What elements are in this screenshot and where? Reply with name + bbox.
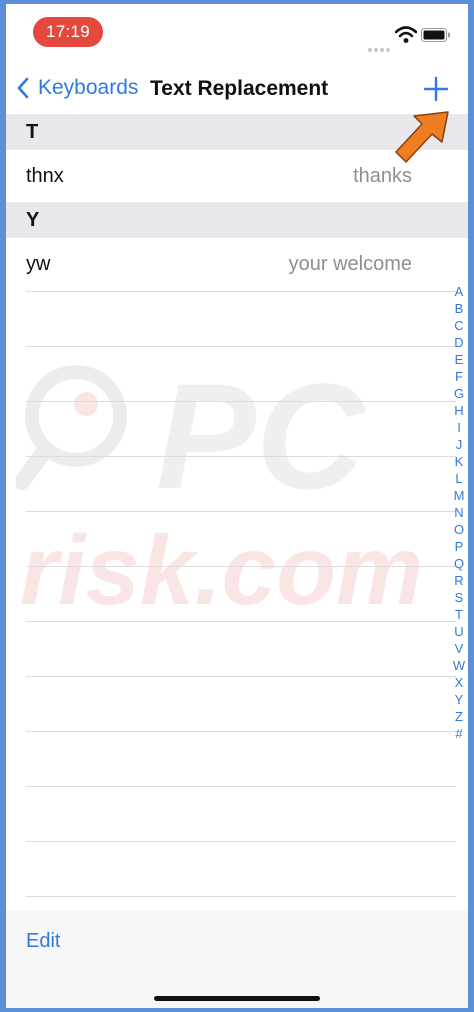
index-letter[interactable]: V [452, 640, 466, 657]
text-replacement-row[interactable]: yw your welcome [6, 238, 468, 290]
cellular-signal-icon [368, 39, 392, 52]
index-letter[interactable]: T [452, 606, 466, 623]
navigation-bar: Keyboards Text Replacement [6, 62, 468, 114]
svg-text:risk.com: risk.com [20, 515, 423, 625]
index-letter[interactable]: B [452, 300, 466, 317]
wifi-icon [395, 26, 417, 43]
row-divider [26, 566, 456, 567]
row-divider [26, 291, 456, 292]
row-divider [26, 621, 456, 622]
index-letter[interactable]: D [452, 334, 466, 351]
page-title: Text Replacement [150, 77, 329, 100]
row-divider [26, 896, 456, 897]
index-letter[interactable]: F [452, 368, 466, 385]
index-letter[interactable]: J [452, 436, 466, 453]
annotation-arrow-icon [395, 111, 449, 163]
index-letter[interactable]: Q [452, 555, 466, 572]
row-divider [26, 511, 456, 512]
index-letter[interactable]: S [452, 589, 466, 606]
watermark-logo: PC risk.com [16, 356, 423, 625]
index-letter[interactable]: N [452, 504, 466, 521]
index-letter[interactable]: U [452, 623, 466, 640]
index-letter[interactable]: P [452, 538, 466, 555]
index-letter[interactable]: H [452, 402, 466, 419]
row-divider [26, 456, 456, 457]
index-letter[interactable]: C [452, 317, 466, 334]
index-letter[interactable]: L [452, 470, 466, 487]
index-letter[interactable]: A [452, 283, 466, 300]
svg-text:PC: PC [156, 356, 367, 520]
back-button[interactable]: Keyboards [16, 72, 138, 104]
status-bar: 17:19 [6, 4, 468, 56]
bottom-toolbar: Edit [6, 910, 468, 1008]
section-index-bar[interactable]: A B C D E F G H I J K L M N O P Q R S T U V W X Y Z # [452, 283, 466, 742]
row-divider [26, 731, 456, 732]
index-letter[interactable]: G [452, 385, 466, 402]
battery-icon [421, 28, 450, 42]
row-divider [26, 346, 456, 347]
back-button-label: Keyboards [38, 76, 139, 99]
index-letter[interactable]: I [452, 419, 466, 436]
add-button[interactable] [418, 72, 454, 106]
index-letter[interactable]: O [452, 521, 466, 538]
index-letter[interactable]: E [452, 351, 466, 368]
row-divider [26, 841, 456, 842]
edit-button[interactable]: Edit [26, 930, 60, 953]
index-letter[interactable]: # [452, 725, 466, 742]
row-divider [26, 676, 456, 677]
row-shortcut: your welcome [288, 253, 412, 275]
row-phrase: thnx [26, 165, 64, 187]
status-time: 17:19 [33, 17, 103, 47]
row-divider [26, 786, 456, 787]
row-divider [26, 401, 456, 402]
index-letter[interactable]: M [452, 487, 466, 504]
row-phrase: yw [26, 253, 51, 275]
index-letter[interactable]: X [452, 674, 466, 691]
phone-screen: 17:19 Keyboards Text Replacement PC risk… [6, 4, 468, 1008]
home-indicator[interactable] [154, 996, 320, 1001]
index-letter[interactable]: Y [452, 691, 466, 708]
chevron-left-icon [17, 77, 29, 99]
index-letter[interactable]: Z [452, 708, 466, 725]
index-letter[interactable]: K [452, 453, 466, 470]
section-header-y: Y [6, 202, 468, 238]
plus-icon [423, 76, 449, 102]
index-letter[interactable]: W [452, 657, 466, 674]
index-letter[interactable]: R [452, 572, 466, 589]
